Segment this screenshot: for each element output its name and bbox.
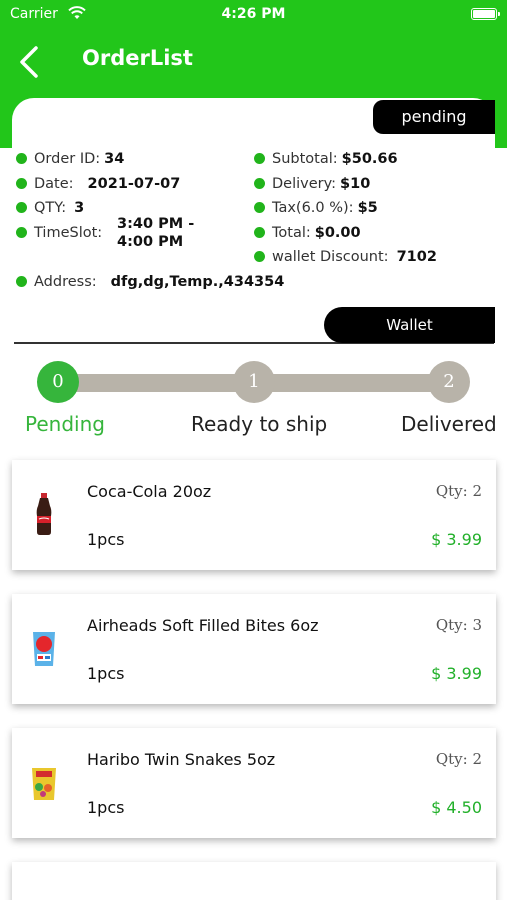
- wallet-discount-row: wallet Discount: 7102: [254, 248, 437, 266]
- subtotal-label: Subtotal:: [272, 151, 338, 167]
- bullet-dot: [16, 202, 27, 213]
- wallet-discount-label: wallet Discount:: [272, 249, 389, 265]
- qty-label: QTY:: [34, 200, 67, 216]
- product-card[interactable]: Airheads Soft Filled Bites 6oz Qty: 3 1p…: [12, 594, 496, 704]
- delivery-label: Delivery:: [272, 176, 337, 192]
- subtotal-row: Subtotal: $50.66: [254, 150, 398, 168]
- product-qty: Qty: 2: [436, 750, 482, 768]
- total-value: $0.00: [314, 225, 361, 241]
- product-card-partial[interactable]: [12, 862, 496, 900]
- date-row: Date: 2021-07-07: [16, 175, 180, 193]
- candy-bag-icon: [26, 626, 62, 670]
- total-label: Total:: [272, 225, 311, 241]
- product-qty: Qty: 2: [436, 482, 482, 500]
- bullet-dot: [16, 153, 27, 164]
- soda-bottle-icon: [26, 492, 62, 536]
- bullet-dot: [254, 202, 265, 213]
- date-label: Date:: [34, 176, 74, 192]
- tax-row: Tax(6.0 %): $5: [254, 199, 378, 217]
- back-button[interactable]: [14, 44, 46, 80]
- order-id-label: Order ID:: [34, 151, 101, 167]
- product-qty-value: 2: [472, 750, 482, 768]
- step-label-ready-to-ship: Ready to ship: [191, 412, 328, 436]
- bullet-dot: [254, 178, 265, 189]
- product-unit: 1pcs: [87, 798, 125, 817]
- product-qty-label: Qty:: [435, 482, 468, 500]
- step-indicator-delivered: 2: [428, 361, 470, 403]
- product-qty-value: 2: [472, 482, 482, 500]
- delivery-row: Delivery: $10: [254, 175, 370, 193]
- product-qty-value: 3: [472, 616, 482, 634]
- product-price: $ 3.99: [431, 664, 482, 683]
- product-card[interactable]: Coca-Cola 20oz Qty: 2 1pcs $ 3.99: [12, 460, 496, 570]
- status-time: 4:26 PM: [221, 6, 286, 22]
- tax-label: Tax(6.0 %):: [272, 200, 354, 216]
- address-row: Address: dfg,dg,Temp.,434354: [16, 273, 284, 291]
- address-label: Address:: [34, 274, 97, 290]
- address-value: dfg,dg,Temp.,434354: [110, 274, 285, 290]
- product-unit: 1pcs: [87, 664, 125, 683]
- qty-row: QTY: 3: [16, 199, 84, 217]
- battery-icon: [471, 8, 500, 20]
- step-indicator-pending: 0: [37, 361, 79, 403]
- tax-value: $5: [357, 200, 378, 216]
- bullet-dot: [254, 227, 265, 238]
- product-name: Haribo Twin Snakes 5oz: [87, 750, 276, 769]
- page-title: OrderList: [82, 46, 193, 70]
- bullet-dot: [16, 227, 27, 238]
- product-unit: 1pcs: [87, 530, 125, 549]
- chevron-left-icon: [20, 46, 38, 78]
- product-price: $ 4.50: [431, 798, 482, 817]
- product-card[interactable]: Haribo Twin Snakes 5oz Qty: 2 1pcs $ 4.5…: [12, 728, 496, 838]
- product-qty-label: Qty:: [435, 750, 468, 768]
- qty-value: 3: [74, 200, 85, 216]
- product-price: $ 3.99: [431, 530, 482, 549]
- subtotal-value: $50.66: [341, 151, 398, 167]
- order-id-row: Order ID: 34: [16, 150, 124, 168]
- product-name: Coca-Cola 20oz: [87, 482, 212, 501]
- product-name: Airheads Soft Filled Bites 6oz: [87, 616, 319, 635]
- timeslot-label: TimeSlot:: [34, 225, 103, 241]
- bullet-dot: [254, 251, 265, 262]
- timeslot-row: TimeSlot:: [16, 224, 102, 242]
- order-progress-tracker: 0 1 2 Pending Ready to ship Delivered: [0, 360, 507, 440]
- status-bar: Carrier 4:26 PM: [10, 6, 500, 24]
- bullet-dot: [254, 153, 265, 164]
- product-qty-label: Qty:: [435, 616, 468, 634]
- total-row: Total: $0.00: [254, 224, 361, 242]
- bullet-dot: [16, 178, 27, 189]
- wallet-discount-value: 7102: [396, 249, 437, 265]
- date-value: 2021-07-07: [87, 176, 181, 192]
- order-status-badge: pending: [373, 100, 495, 134]
- order-id-value: 34: [104, 151, 125, 167]
- bullet-dot: [16, 276, 27, 287]
- delivery-value: $10: [340, 176, 371, 192]
- payment-method-badge: Wallet: [324, 307, 495, 343]
- step-indicator-ready-to-ship: 1: [233, 361, 275, 403]
- step-label-delivered: Delivered: [401, 412, 497, 436]
- step-label-pending: Pending: [25, 412, 105, 436]
- product-qty: Qty: 3: [436, 616, 482, 634]
- timeslot-value: 3:40 PM - 4:00 PM: [117, 216, 195, 250]
- gummy-bag-icon: [26, 760, 62, 804]
